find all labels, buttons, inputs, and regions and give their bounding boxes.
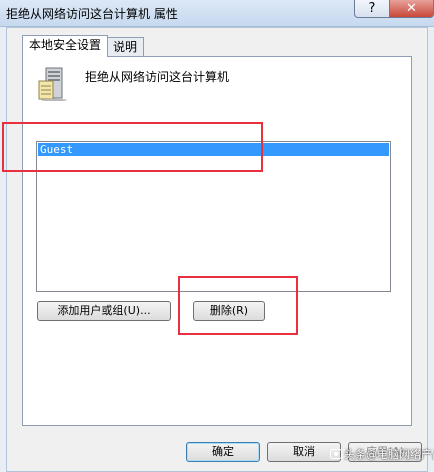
ok-button[interactable]: 确定 (186, 442, 260, 462)
tab-explain[interactable]: 说明 (106, 37, 145, 57)
annotation-box-guest (2, 122, 263, 172)
help-button[interactable]: ? (354, 0, 390, 18)
annotation-box-remove (178, 276, 298, 335)
tab-local-security-setting[interactable]: 本地安全设置 (22, 35, 109, 57)
watermark: 头条@电脑网络产品通 (330, 446, 434, 462)
add-user-or-group-button[interactable]: 添加用户或组(U)... (37, 301, 171, 321)
policy-title: 拒绝从网络访问这台计算机 (85, 70, 230, 84)
server-icon (38, 67, 67, 101)
close-button[interactable]: ✕ (389, 0, 434, 18)
settings-panel: 拒绝从网络访问这台计算机 Guest 添加用户或组(U)... 删除(R) (22, 56, 412, 426)
window-title: 拒绝从网络访问这台计算机 属性 (6, 7, 178, 21)
watermark-logo-icon (330, 449, 342, 459)
title-bar: 拒绝从网络访问这台计算机 属性 ? ✕ (0, 0, 434, 27)
watermark-text: 头条@电脑网络产品通 (344, 448, 434, 461)
